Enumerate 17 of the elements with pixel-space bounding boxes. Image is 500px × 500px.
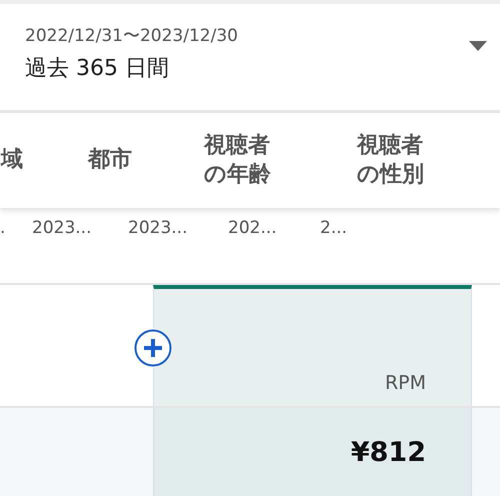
tab-value: .: [0, 218, 6, 238]
tab[interactable]: 視聴者の性別: [357, 132, 429, 190]
tab-value: 202...: [228, 218, 278, 238]
tab[interactable]: 域: [0, 146, 88, 175]
tab[interactable]: 都市: [88, 146, 204, 175]
table-cell: ¥812: [153, 408, 472, 496]
date-range-dropdown[interactable]: 2022/12/31〜2023/12/30 過去 365 日間: [0, 4, 500, 113]
selected-column-header[interactable]: RPM: [153, 285, 472, 406]
tab-value: 2023...: [32, 218, 92, 238]
caret-icon: [468, 40, 488, 52]
tab-value: 2...: [320, 218, 348, 238]
tab-value: 2023...: [128, 218, 188, 238]
date-range-text: 2022/12/31〜2023/12/30: [25, 24, 238, 46]
column-label: RPM: [384, 372, 426, 394]
period-label: 過去 365 日間: [25, 54, 170, 82]
add-icon[interactable]: [134, 329, 172, 367]
tab[interactable]: 視聴者の年齢: [204, 132, 276, 190]
